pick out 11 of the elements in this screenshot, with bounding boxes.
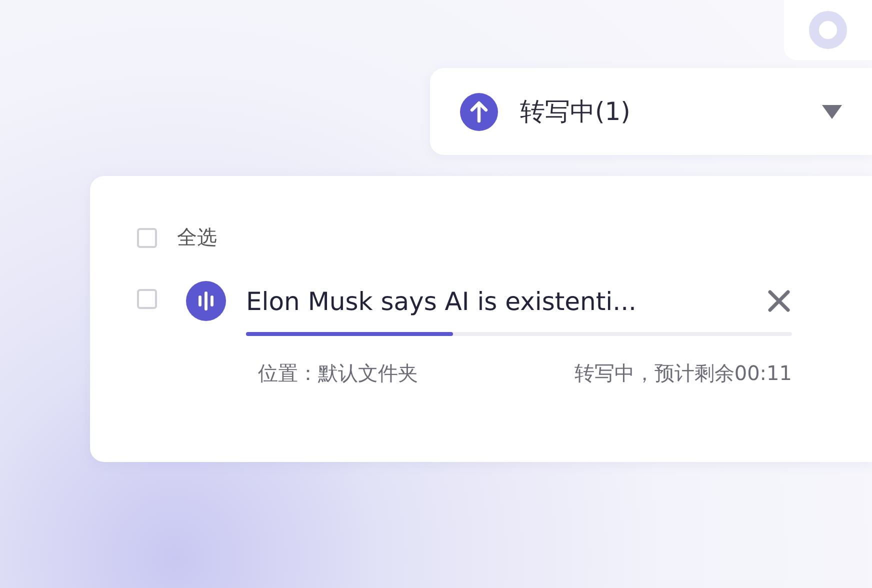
dropdown-triangle-icon[interactable]	[820, 102, 844, 120]
close-icon[interactable]	[766, 288, 792, 314]
panel-title: 转写中(1)	[520, 96, 632, 128]
audio-wave-icon	[186, 281, 226, 321]
file-name: Elon Musk says AI is existenti...	[246, 286, 636, 316]
select-all-label: 全选	[177, 224, 217, 251]
status-text: 转写中，预计剩余00:11	[574, 360, 792, 387]
location-text: 位置：默认文件夹	[258, 360, 418, 387]
item-checkbox[interactable]	[137, 289, 157, 309]
ring-icon	[808, 10, 848, 50]
select-all-checkbox[interactable]	[137, 228, 157, 248]
